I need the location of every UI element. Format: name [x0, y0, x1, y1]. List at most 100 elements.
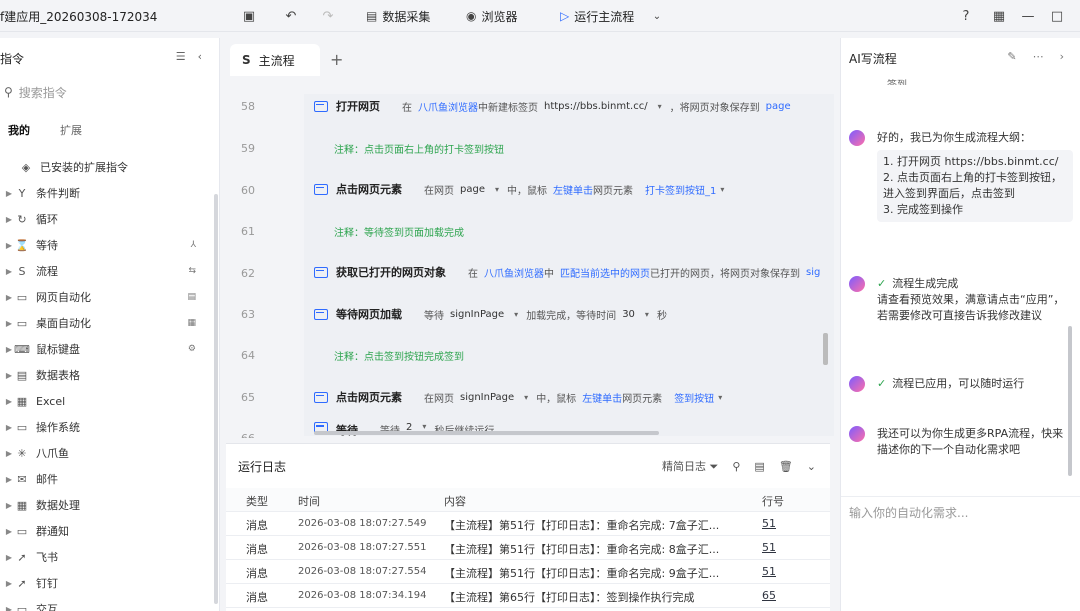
sidebar-item-label: 飞书 — [36, 551, 58, 564]
chevron-down-icon[interactable]: ▾ — [645, 310, 649, 319]
search-icon[interactable]: ⚲ — [732, 460, 740, 473]
add-tab-icon[interactable]: + — [330, 50, 343, 69]
sidebar-item[interactable]: ▶ ⌨ 鼠标键盘 ⚙ — [0, 336, 210, 362]
output-variable[interactable]: sig — [806, 267, 820, 278]
ai-panel-scrollbar[interactable] — [1068, 326, 1072, 476]
delete-icon[interactable]: 🗑 — [779, 460, 793, 473]
log-filter-dropdown[interactable]: 精简日志 ⏷ — [662, 458, 718, 474]
run-dropdown-chevron-icon[interactable]: ⌄ — [648, 7, 666, 25]
sidebar-item[interactable]: ▶ ▭ 操作系统 — [0, 414, 210, 440]
sidebar-item-installed-extensions[interactable]: ◈ 已安装的扩展指令 — [0, 154, 210, 180]
step-wait-page-load[interactable]: 等待网页加载 等待 signInPage ▾ 加载完成，等待时间 30 ▾ 秒 — [304, 297, 834, 331]
log-line-link[interactable]: 51 — [762, 541, 776, 554]
sidebar-item[interactable]: ▶ ▭ 群通知 — [0, 518, 210, 544]
category-icon: ✉ — [17, 472, 27, 486]
step-comment[interactable]: 注释：点击签到按钮完成签到 — [304, 338, 834, 372]
sidebar-item[interactable]: ▶ ➚ 钉钉 — [0, 570, 210, 596]
step-param[interactable]: 八爪鱼浏览器 — [418, 99, 478, 114]
match-param[interactable]: 匹配当前选中的网页 — [560, 265, 650, 280]
element-param[interactable]: 打卡签到按钮_1 — [645, 182, 716, 197]
collapse-icon[interactable]: ‹ — [198, 50, 202, 63]
log-line-link[interactable]: 65 — [762, 589, 776, 602]
browser-button[interactable]: ◉ 浏览器 — [466, 6, 518, 26]
page-param[interactable]: signInPage — [450, 309, 504, 320]
sidebar-item[interactable]: ▶ ▦ 数据处理 — [0, 492, 210, 518]
tab-mine[interactable]: 我的 — [8, 122, 30, 138]
expand-arrow-icon: ▶ — [5, 214, 13, 224]
log-line-link[interactable]: 51 — [762, 517, 776, 530]
sidebar-item[interactable]: ▶ ↻ 循环 — [0, 206, 210, 232]
sidebar-item[interactable]: ▶ Y 条件判断 — [0, 180, 210, 206]
tab-main-flow[interactable]: S 主流程 — [230, 44, 320, 76]
chevron-down-icon[interactable]: ▾ — [718, 393, 722, 402]
sidebar-item[interactable]: ▶ S 流程 ⇆ — [0, 258, 210, 284]
sidebar-scrollbar[interactable] — [214, 194, 218, 604]
tab-extensions[interactable]: 扩展 — [60, 122, 82, 138]
help-icon[interactable]: ? — [957, 7, 975, 25]
click-type-param[interactable]: 左键单击 — [553, 182, 593, 197]
layout-icon[interactable]: ▦ — [990, 7, 1008, 25]
timeout-param[interactable]: 30 — [622, 309, 635, 320]
sidebar-item[interactable]: ▶ ▤ 数据表格 — [0, 362, 210, 388]
step-text: 在网页 — [424, 393, 454, 405]
command-list: ◈ 已安装的扩展指令 ▶ Y 条件判断 ▶ ↻ 循环 ▶ ⌛ 等待 ⅄ ▶ S 流程 ⇆ ▶ ▭ 网页自… — [0, 154, 210, 611]
sidebar-item[interactable]: ▶ ➚ 飞书 — [0, 544, 210, 570]
chevron-down-icon[interactable]: ▾ — [514, 310, 518, 319]
chevron-down-icon[interactable]: ▾ — [495, 185, 499, 194]
step-comment[interactable]: 注释：点击页面右上角的打卡签到按钮 — [304, 131, 834, 165]
step-click-element[interactable]: 点击网页元素 在网页 signInPage ▾ 中，鼠标 左键单击 网页元素 签… — [304, 380, 834, 414]
editor-horizontal-scrollbar[interactable] — [314, 431, 659, 435]
save-icon[interactable]: ▣ — [240, 7, 258, 25]
log-table-header: 类型 时间 内容 行号 — [226, 488, 830, 512]
chevron-down-icon[interactable]: ▾ — [658, 102, 662, 111]
undo-icon[interactable]: ↶ — [282, 7, 300, 25]
minimize-icon[interactable]: — — [1019, 7, 1037, 25]
editor-vertical-scrollbar[interactable] — [823, 333, 828, 365]
step-param[interactable]: 八爪鱼浏览器 — [484, 265, 544, 280]
page-param[interactable]: signInPage — [460, 392, 514, 403]
step-comment[interactable]: 注释：等待签到页面加载完成 — [304, 214, 834, 248]
maximize-icon[interactable]: □ — [1048, 7, 1066, 25]
log-line-link[interactable]: 51 — [762, 565, 776, 578]
line-number: 65 — [241, 391, 255, 404]
table-row[interactable]: 消息 2026-03-08 18:07:27.551 【主流程】第51行【打印日… — [226, 536, 830, 560]
sidebar-item-label: 流程 — [36, 265, 58, 278]
table-row[interactable]: 消息 2026-03-08 18:07:27.554 【主流程】第51行【打印日… — [226, 560, 830, 584]
step-click-element[interactable]: 点击网页元素 在网页 page ▾ 中，鼠标 左键单击 网页元素 打卡签到按钮_… — [304, 172, 834, 206]
run-main-label: 运行主流程 — [574, 9, 635, 24]
table-row[interactable]: 消息 2026-03-08 18:07:27.549 【主流程】第51行【打印日… — [226, 512, 830, 536]
step-open-webpage[interactable]: 打开网页 在 八爪鱼浏览器 中新建标签页 https://bbs.binmt.c… — [304, 89, 834, 123]
chevron-down-icon[interactable]: ▾ — [524, 393, 528, 402]
sidebar-item[interactable]: ▶ ▦ Excel — [0, 388, 210, 414]
sidebar-item[interactable]: ▶ ▭ 交互 — [0, 596, 210, 611]
url-param[interactable]: https://bbs.binmt.cc/ — [544, 101, 648, 112]
element-param[interactable]: 签到按钮 — [674, 390, 714, 405]
sidebar-item[interactable]: ▶ ✳ 八爪鱼 — [0, 440, 210, 466]
log-type: 消息 — [246, 543, 268, 556]
redo-icon[interactable]: ↷ — [319, 7, 337, 25]
command-search[interactable]: ⚲ 搜索指令 — [4, 81, 210, 103]
ai-input-field[interactable]: 输入你的自动化需求... — [849, 504, 968, 521]
chevron-down-icon[interactable]: ⌄ — [807, 460, 816, 473]
sidebar-item[interactable]: ▶ ▭ 桌面自动化 ▦ — [0, 310, 210, 336]
data-collect-button[interactable]: ▤ 数据采集 — [366, 6, 430, 26]
sort-icon[interactable]: ☰ — [176, 50, 186, 63]
chevron-right-icon[interactable]: › — [1060, 50, 1064, 63]
run-main-button[interactable]: ▷ 运行主流程 — [560, 6, 634, 26]
page-param[interactable]: page — [460, 184, 485, 195]
sidebar-item[interactable]: ▶ ▭ 网页自动化 ▤ — [0, 284, 210, 310]
sidebar-item[interactable]: ▶ ✉ 邮件 — [0, 466, 210, 492]
table-row[interactable]: 消息 2026-03-08 18:07:34.194 【主流程】第65行【打印日… — [226, 584, 830, 608]
chevron-down-icon[interactable]: ▾ — [422, 422, 426, 431]
step-get-opened-page[interactable]: 获取已打开的网页对象 在 八爪鱼浏览器 中 匹配当前选中的网页 已打开的网页，将… — [304, 255, 834, 289]
chevron-down-icon[interactable]: ▾ — [720, 185, 724, 194]
clear-brush-icon[interactable]: ✎ — [1007, 50, 1016, 63]
more-icon[interactable]: ⋯ — [1033, 50, 1044, 63]
step-text: 网页元素 — [622, 393, 663, 405]
sidebar-item[interactable]: ▶ ⌛ 等待 ⅄ — [0, 232, 210, 258]
sidebar-item-label: 已安装的扩展指令 — [40, 161, 128, 174]
output-variable[interactable]: page — [766, 101, 791, 112]
click-type-param[interactable]: 左键单击 — [582, 390, 622, 405]
line-number: 64 — [241, 349, 255, 362]
export-icon[interactable]: ▤ — [754, 460, 764, 473]
